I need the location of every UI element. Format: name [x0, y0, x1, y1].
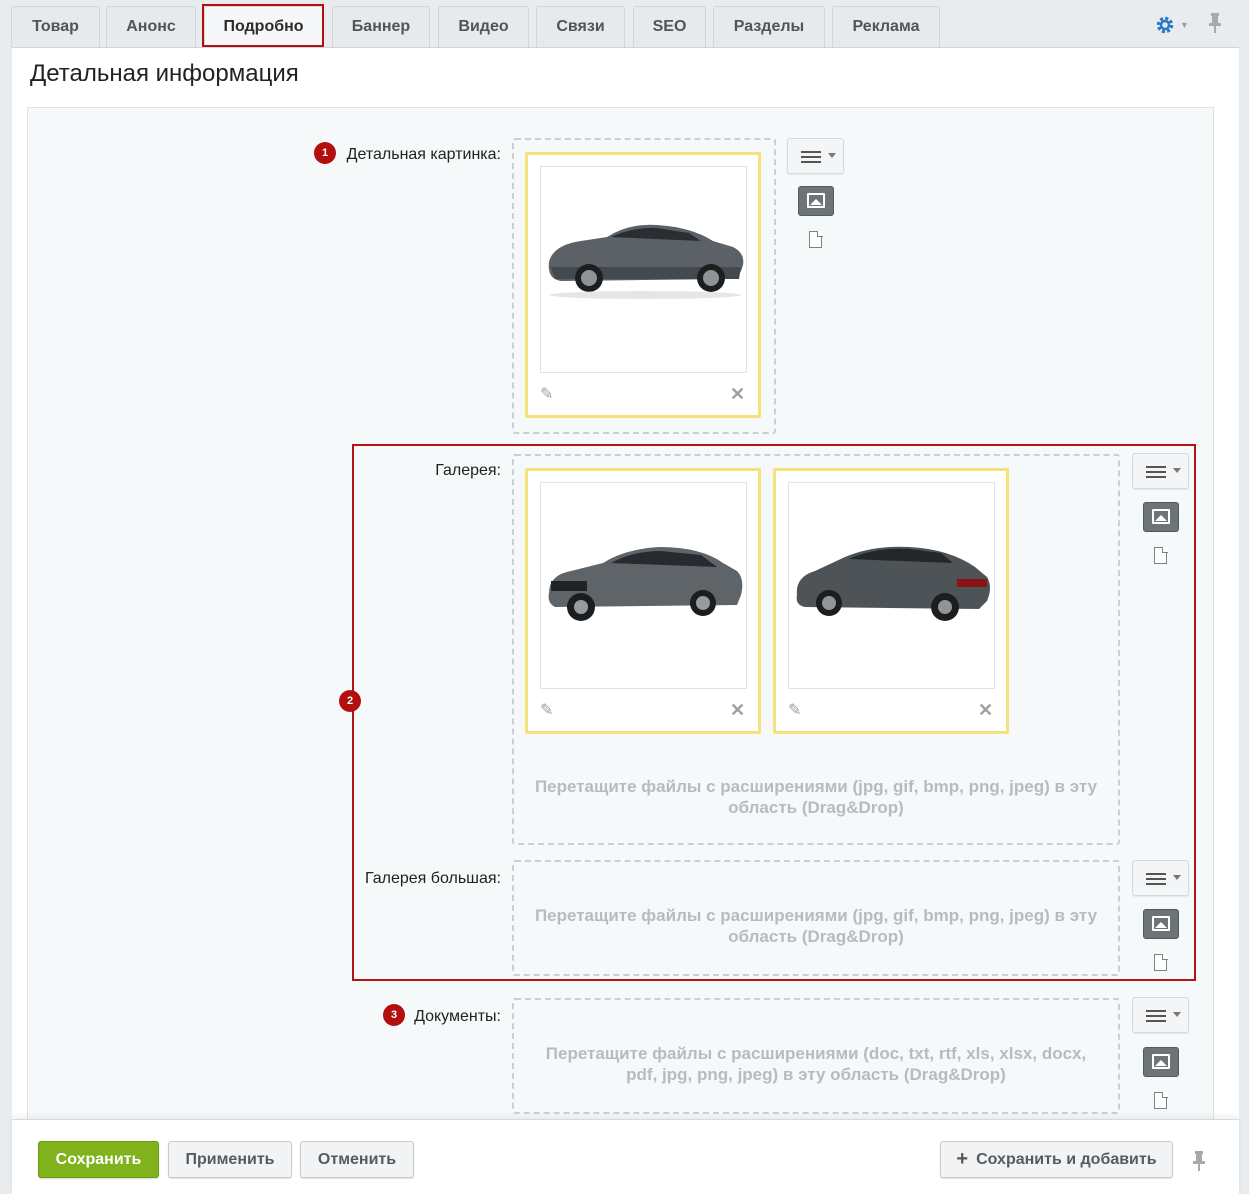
- pin-icon[interactable]: [1192, 1150, 1206, 1177]
- hamburger-menu-icon: [1146, 873, 1166, 885]
- cancel-button[interactable]: Отменить: [300, 1141, 414, 1178]
- car-image: [540, 166, 747, 373]
- pencil-icon[interactable]: ✎: [540, 700, 558, 719]
- close-icon[interactable]: ✕: [730, 384, 748, 404]
- gallery-big-drop-hint: Перетащите файлы с расширениями (jpg, gi…: [534, 906, 1098, 946]
- gear-icon[interactable]: [1154, 14, 1176, 36]
- tab-video[interactable]: Видео: [438, 6, 529, 47]
- detail-picture-label: Детальная картинка:: [346, 146, 501, 163]
- hamburger-menu-icon: [1146, 466, 1166, 478]
- image-icon[interactable]: [1143, 502, 1179, 532]
- chevron-down-icon: [828, 153, 836, 158]
- badge-2: 2: [339, 690, 361, 712]
- gallery-drop-hint: Перетащите файлы с расширениями (jpg, gi…: [534, 777, 1098, 817]
- close-icon[interactable]: ✕: [730, 700, 748, 720]
- pin-icon[interactable]: [1208, 12, 1222, 39]
- gallery-label: Галерея:: [435, 462, 501, 479]
- gallery-thumb-2: ✎ ✕: [773, 468, 1009, 734]
- car-image: [788, 482, 995, 689]
- active-tab-highlight: [202, 4, 324, 47]
- hamburger-menu-icon: [1146, 1010, 1166, 1022]
- image-icon[interactable]: [1143, 1047, 1179, 1077]
- plus-icon: +: [956, 1148, 969, 1170]
- chevron-down-icon: [1173, 1012, 1181, 1017]
- car-image: [540, 482, 747, 689]
- file-icon[interactable]: [1154, 1091, 1168, 1109]
- gallery-menu-button[interactable]: [1132, 453, 1189, 489]
- tab-ads[interactable]: Реклама: [832, 6, 940, 47]
- file-icon[interactable]: [809, 230, 823, 248]
- gallery-big-menu-button[interactable]: [1132, 860, 1189, 896]
- save-and-add-button[interactable]: + Сохранить и добавить: [940, 1141, 1173, 1178]
- chevron-down-icon[interactable]: ▼: [1180, 14, 1189, 36]
- tab-announce[interactable]: Анонс: [106, 6, 196, 47]
- page-title: Детальная информация: [30, 60, 299, 87]
- tab-links[interactable]: Связи: [536, 6, 625, 47]
- image-icon[interactable]: [798, 186, 834, 216]
- image-icon[interactable]: [1143, 909, 1179, 939]
- tab-banner[interactable]: Баннер: [332, 6, 430, 47]
- tab-sections[interactable]: Разделы: [713, 6, 825, 47]
- gallery-big-label: Галерея большая:: [364, 870, 501, 887]
- file-icon[interactable]: [1154, 546, 1168, 564]
- chevron-down-icon: [1173, 468, 1181, 473]
- chevron-down-icon: [1173, 875, 1181, 880]
- save-button[interactable]: Сохранить: [38, 1141, 159, 1178]
- detail-picture-thumb: ✎ ✕: [525, 152, 761, 418]
- apply-button[interactable]: Применить: [168, 1141, 292, 1178]
- tab-product[interactable]: Товар: [11, 6, 100, 47]
- documents-label: Документы:: [414, 1008, 501, 1025]
- detail-picture-menu-button[interactable]: [787, 138, 844, 174]
- close-icon[interactable]: ✕: [978, 700, 996, 720]
- pencil-icon[interactable]: ✎: [788, 700, 806, 719]
- tab-seo[interactable]: SEO: [633, 6, 706, 47]
- gallery-thumb-1: ✎ ✕: [525, 468, 761, 734]
- file-icon[interactable]: [1154, 953, 1168, 971]
- documents-drop-hint: Перетащите файлы с расширениями (doc, tx…: [545, 1044, 1087, 1084]
- pencil-icon[interactable]: ✎: [540, 384, 558, 403]
- hamburger-menu-icon: [801, 151, 821, 163]
- save-and-add-label: Сохранить и добавить: [976, 1150, 1157, 1168]
- documents-menu-button[interactable]: [1132, 997, 1189, 1033]
